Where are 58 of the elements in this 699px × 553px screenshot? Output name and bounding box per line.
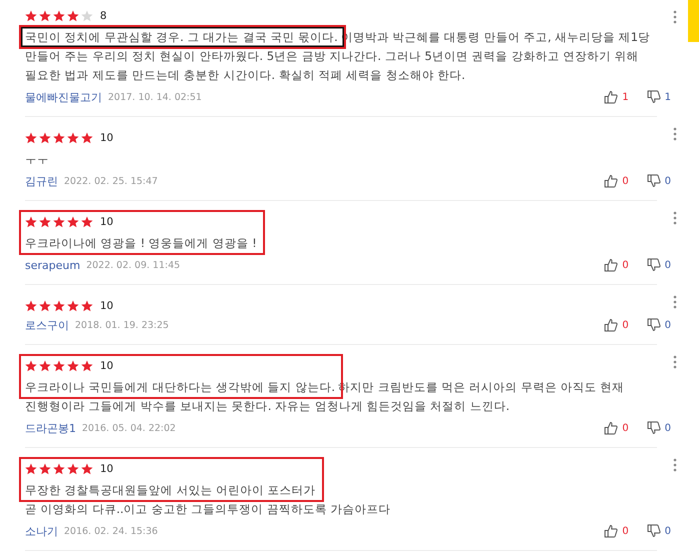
author-link[interactable]: 소나기 xyxy=(25,524,58,538)
thumbs-up-icon[interactable] xyxy=(604,524,618,538)
rating-score: 8 xyxy=(100,10,107,22)
thumbs-down-icon[interactable] xyxy=(646,258,661,272)
author-link[interactable]: 물에빠진물고기 xyxy=(25,90,102,104)
review-text: 국민이 정치에 무관심할 경우. 그 대가는 결국 국민 몫이다. xyxy=(25,30,338,44)
more-icon[interactable] xyxy=(673,10,677,24)
dislike-count: 0 xyxy=(664,176,671,186)
dislike-count: 0 xyxy=(664,422,671,434)
like-count: 0 xyxy=(622,320,629,330)
rating-score: 10 xyxy=(100,360,114,372)
thumbs-down-icon[interactable] xyxy=(646,174,661,188)
review-text: 곧 이영화의 다큐..이고 숭고한 그들의투쟁이 끔찍하도록 가슴아프다 xyxy=(25,501,390,518)
more-icon[interactable] xyxy=(673,458,677,472)
review-text: 필요한 법과 제도를 만드는데 충분한 시간이다. 확실히 적폐 세력을 청소해야 한다. xyxy=(25,67,466,84)
thumbs-down-icon[interactable] xyxy=(646,318,661,332)
thumbs-up-icon[interactable] xyxy=(604,258,618,272)
rating-score: 10 xyxy=(100,132,114,144)
like-count: 0 xyxy=(622,176,629,186)
review-text: 무장한 경찰특공대원들앞에 서있는 어린아이 포스터가 xyxy=(25,483,316,497)
rating-score: 10 xyxy=(100,300,114,312)
dislike-count: 0 xyxy=(664,320,671,330)
like-count: 0 xyxy=(622,260,629,270)
dislike-count: 0 xyxy=(664,526,671,536)
rating-score: 10 xyxy=(100,216,114,228)
thumbs-up-icon[interactable] xyxy=(604,421,618,435)
author-link[interactable]: serapeum xyxy=(25,258,80,272)
review-date: 2016. 02. 24. 15:36 xyxy=(64,526,158,536)
thumbs-down-icon[interactable] xyxy=(646,90,661,104)
thumbs-up-icon[interactable] xyxy=(604,174,618,188)
rating-score: 10 xyxy=(100,463,114,475)
review-date: 2016. 05. 04. 22:02 xyxy=(82,422,176,434)
thumbs-up-icon[interactable] xyxy=(604,90,618,104)
author-link[interactable]: 김규린 xyxy=(25,174,58,188)
thumbs-down-icon[interactable] xyxy=(646,421,661,435)
more-icon[interactable] xyxy=(673,295,677,309)
dislike-count: 0 xyxy=(664,260,671,270)
thumbs-down-icon[interactable] xyxy=(646,524,661,538)
review-text: 만들어 주는 우리의 정치 현실이 안타까웠다. 5년은 금방 지나간다. 그러나 5년이면 권력을 강화하고 연장하기 위해 xyxy=(25,48,639,65)
like-count: 1 xyxy=(622,92,629,102)
more-icon[interactable] xyxy=(673,355,677,369)
review-text: ㅜㅜ xyxy=(25,152,49,166)
like-count: 0 xyxy=(622,422,629,434)
review-date: 2017. 10. 14. 02:51 xyxy=(108,92,202,102)
more-icon[interactable] xyxy=(673,211,677,225)
thumbs-up-icon[interactable] xyxy=(604,318,618,332)
more-icon[interactable] xyxy=(673,127,677,141)
review-text: 우크라이나에 영광을 ! 영웅들에게 영광을 ! xyxy=(25,236,257,250)
review-date: 2018. 01. 19. 23:25 xyxy=(75,320,169,330)
dislike-count: 1 xyxy=(664,92,671,102)
scroll-marker xyxy=(688,0,699,42)
author-link[interactable]: 드라곤봉1 xyxy=(25,420,76,436)
author-link[interactable]: 로스구이 xyxy=(25,318,69,332)
review-date: 2022. 02. 25. 15:47 xyxy=(64,176,158,186)
review-date: 2022. 02. 09. 11:45 xyxy=(86,260,180,270)
like-count: 0 xyxy=(622,526,629,536)
review-text: 진행형이라 그들에게 박수를 보내지는 못한다. 자유는 엄청나게 힘든것임을 처절히 느낀다. xyxy=(25,398,510,415)
review-text: 우크라이나 국민들에게 대단하다는 생각밖에 들지 않는다. xyxy=(25,380,336,394)
